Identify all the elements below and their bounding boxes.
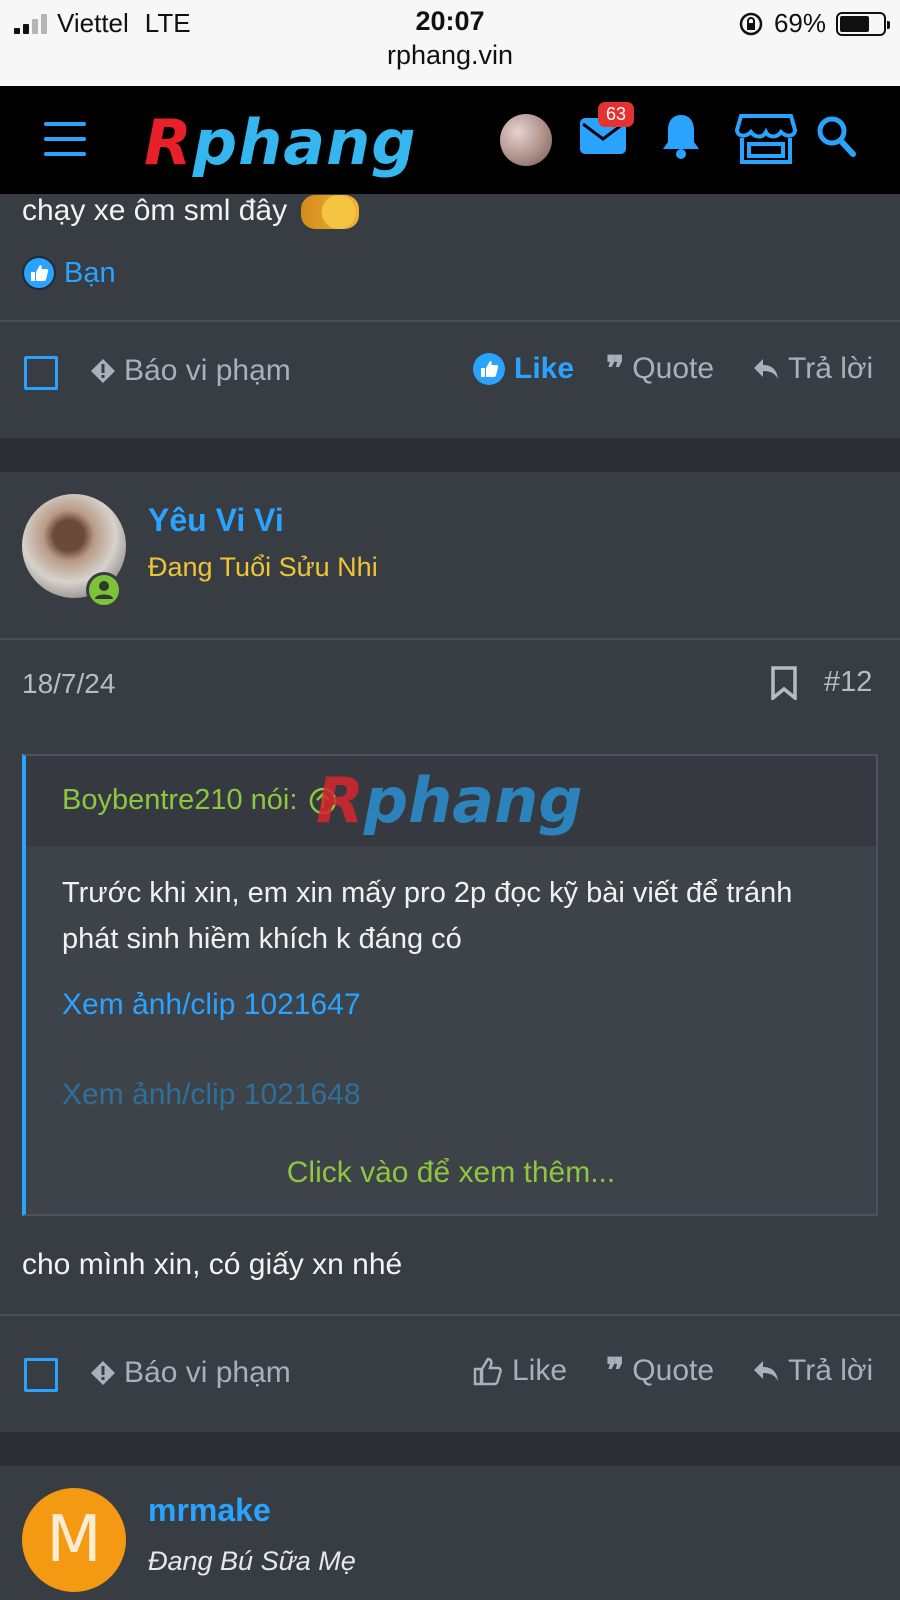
- next-post: M mrmake Đang Bú Sữa Mẹ: [0, 1466, 900, 1600]
- address-url[interactable]: rphang.vin: [0, 40, 900, 71]
- report-label: Báo vi phạm: [124, 354, 291, 387]
- store-icon[interactable]: [735, 112, 797, 166]
- quote-text: Trước khi xin, em xin mấy pro 2p đọc kỹ …: [62, 877, 793, 955]
- reply-button[interactable]: Trả lời: [752, 352, 873, 386]
- bookmark-icon[interactable]: [770, 666, 798, 700]
- like-reaction-icon: [22, 256, 56, 290]
- user-online-icon: [95, 581, 113, 599]
- quote-label: Quote: [632, 352, 715, 385]
- prev-post: chạy xe ôm sml đây Bạn Báo vi phạm Like …: [0, 194, 900, 438]
- thumbs-up-icon: [473, 1357, 502, 1386]
- poster-username[interactable]: mrmake: [148, 1492, 271, 1529]
- quote-icon: ❞: [606, 1352, 625, 1390]
- reaction-summary[interactable]: Bạn: [22, 256, 116, 290]
- watermark-rest: phang: [363, 764, 583, 837]
- expand-quote-link[interactable]: Click vào để xem thêm...: [26, 1156, 876, 1190]
- alert-icon: [91, 359, 115, 383]
- quote-icon: ❞: [606, 350, 625, 388]
- poster-username[interactable]: Yêu Vi Vi: [148, 502, 284, 539]
- quote-button[interactable]: ❞ Quote: [606, 352, 714, 386]
- quote-label: Quote: [632, 1354, 715, 1387]
- avatar-letter: M: [46, 1503, 102, 1577]
- like-label: Like: [512, 1354, 568, 1387]
- search-icon[interactable]: [815, 114, 857, 158]
- reply-icon: [754, 1361, 778, 1381]
- poster-title: Đang Tuổi Sửu Nhi: [148, 552, 378, 582]
- like-button[interactable]: Like: [472, 1354, 567, 1388]
- watermark-logo: Rphang: [316, 764, 583, 837]
- like-button[interactable]: Like: [472, 352, 574, 386]
- poster-title: Đang Bú Sữa Mẹ: [148, 1546, 356, 1576]
- user-avatar[interactable]: [500, 114, 552, 166]
- reply-icon: [754, 359, 778, 379]
- poster-avatar[interactable]: M: [22, 1488, 126, 1592]
- site-header: Rphang 63: [0, 86, 900, 194]
- battery-percent: 69%: [773, 8, 826, 38]
- post-text: chạy xe ôm sml đây: [22, 194, 360, 230]
- media-link-2[interactable]: Xem ảnh/clip 1021648: [62, 1078, 361, 1112]
- report-button[interactable]: Báo vi phạm: [90, 1356, 291, 1390]
- post-divider: [0, 1314, 900, 1316]
- quote-author-name: Boybentre210 nói:: [62, 784, 298, 816]
- battery-icon: [836, 11, 890, 36]
- menu-icon[interactable]: [44, 122, 86, 156]
- online-indicator: [86, 572, 122, 608]
- quote-author[interactable]: Boybentre210 nói:: [62, 784, 337, 817]
- status-bar: Viettel LTE 20:07 rphang.vin 69%: [0, 0, 900, 86]
- watermark-r: R: [316, 764, 364, 837]
- like-filled-icon: [473, 353, 505, 385]
- like-label: Like: [514, 352, 575, 385]
- report-button[interactable]: Báo vi phạm: [90, 354, 291, 388]
- quote-block: Boybentre210 nói: Rphang Trước khi xin, …: [22, 754, 878, 1216]
- mail-badge: 63: [598, 102, 634, 127]
- rotation-lock-icon: [739, 12, 763, 35]
- reply-text: cho mình xin, có giấy xn nhé: [22, 1248, 403, 1281]
- media-link-1[interactable]: Xem ảnh/clip 1021647: [62, 988, 361, 1022]
- quote-button[interactable]: ❞ Quote: [606, 1354, 714, 1388]
- post-number[interactable]: #12: [824, 666, 872, 699]
- quote-header[interactable]: Boybentre210 nói: Rphang: [26, 756, 876, 846]
- select-checkbox[interactable]: [24, 356, 58, 390]
- alert-icon: [91, 1361, 115, 1385]
- post-actions: Báo vi phạm Like ❞ Quote Trả lời: [0, 324, 900, 424]
- reply-label: Trả lời: [788, 352, 874, 385]
- bell-icon[interactable]: [660, 112, 702, 160]
- post-date[interactable]: 18/7/24: [22, 668, 115, 700]
- post-divider: [0, 638, 900, 640]
- logo-r: R: [144, 106, 193, 179]
- select-checkbox[interactable]: [24, 1358, 58, 1392]
- site-logo[interactable]: Rphang: [144, 106, 417, 179]
- report-label: Báo vi phạm: [124, 1356, 291, 1389]
- reply-button[interactable]: Trả lời: [752, 1354, 873, 1388]
- post-text-content: chạy xe ôm sml đây: [22, 194, 288, 227]
- reply-label: Trả lời: [788, 1354, 874, 1387]
- post-actions: Báo vi phạm Like ❞ Quote Trả lời: [0, 1326, 900, 1426]
- reaction-label: Bạn: [64, 256, 116, 289]
- post-divider: [0, 320, 900, 322]
- status-right: 69%: [738, 8, 890, 39]
- logo-rest: phang: [192, 106, 417, 179]
- emoji-icon: [301, 195, 360, 230]
